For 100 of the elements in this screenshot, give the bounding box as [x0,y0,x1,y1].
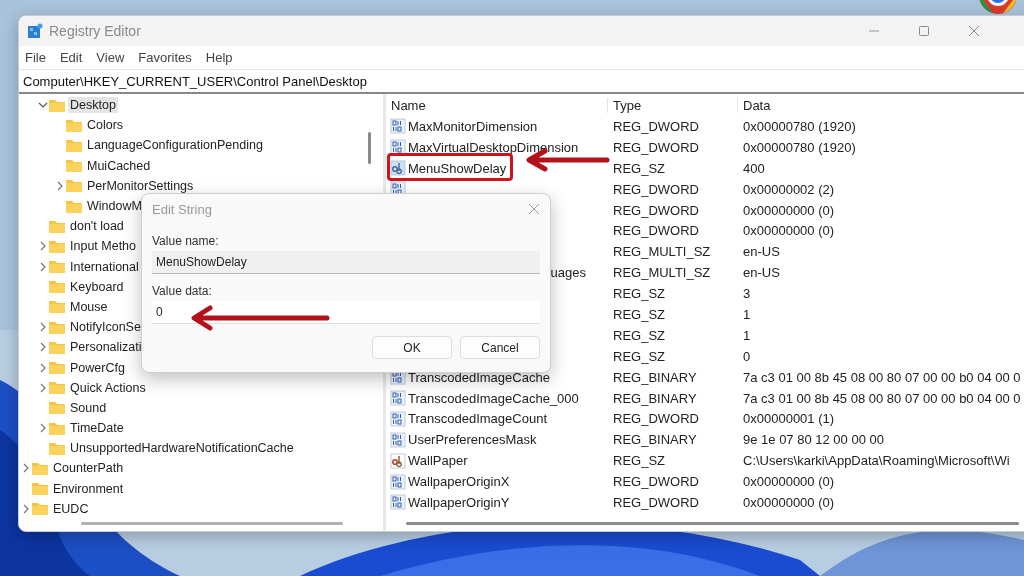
folder-icon [48,299,66,315]
chevron-right-icon[interactable] [21,503,31,514]
chevron-right-icon[interactable] [38,322,48,333]
binary-value-icon [390,494,406,511]
close-icon[interactable] [968,25,980,37]
folder-icon [48,238,66,254]
value-type: REG_BINARY [612,390,698,406]
chevron-right-icon[interactable] [21,463,31,474]
binary-value-icon [390,473,406,490]
tree-item[interactable]: CounterPath [51,460,126,477]
value-data: 0x00000000 (0) [742,494,835,510]
field-label: Value name: [152,234,220,248]
tree-item[interactable]: UnsupportedHardwareNotificationCache [68,440,296,457]
value-data-field[interactable]: 0 [152,301,540,324]
tree-item[interactable]: EUDC [51,500,91,517]
folder-icon [48,420,66,436]
value-type: REG_DWORD [612,118,700,134]
close-icon[interactable] [528,203,540,215]
chevron-right-icon[interactable] [38,241,48,252]
value-name: MenuShowDelay [408,160,507,176]
chevron-right-icon[interactable] [38,261,48,272]
folder-icon [65,137,83,153]
scrollbar-thumb[interactable] [406,522,1019,525]
chevron-right-icon[interactable] [55,180,65,191]
chevron-right-icon[interactable] [38,423,48,434]
value-data: 0x00000000 (0) [742,202,835,218]
column-header[interactable]: Type [608,97,738,113]
folder-icon [48,279,66,295]
value-type: REG_BINARY [612,432,698,448]
tree-item[interactable]: MuiCached [85,157,153,174]
maximize-icon[interactable] [918,25,930,37]
window-title: Registry Editor [49,23,141,39]
value-data: 0x00000002 (2) [742,181,835,197]
scrollbar-thumb[interactable] [81,522,343,525]
menu-item[interactable]: View [96,50,125,65]
chevron-right-icon[interactable] [38,382,48,393]
folder-icon [31,481,49,497]
value-name: WallpaperOriginY [408,494,510,510]
menu-item[interactable]: Help [205,50,233,65]
folder-icon [48,97,66,113]
value-name-field[interactable]: MenuShowDelay [152,251,540,274]
value-type: REG_SZ [612,348,666,364]
value-name: TranscodedImageCache [408,369,550,385]
value-type: REG_DWORD [612,139,700,155]
tree-item[interactable]: International [68,258,141,275]
value-data: 0x00000001 (1) [742,411,835,427]
tree-item[interactable]: Quick Actions [68,379,148,396]
value-type: REG_DWORD [612,223,700,239]
tree-item[interactable]: NotifyIconSe [68,319,143,336]
tree-item[interactable]: Keyboard [68,278,126,295]
address-bar[interactable]: Computer\HKEY_CURRENT_USER\Control Panel\Desktop [19,69,1024,94]
string-value-icon [390,160,406,177]
tree-item[interactable]: Colors [85,117,126,134]
column-header[interactable]: Data [738,97,1024,113]
tree-item[interactable]: Input Metho [68,238,138,255]
folder-icon [65,198,83,214]
column-header[interactable]: Name [386,97,608,113]
value-name: MaxMonitorDimension [408,118,538,134]
menu-item[interactable]: Edit [59,50,83,65]
folder-icon [48,380,66,396]
value-data: 400 [742,160,765,176]
binary-value-icon [390,118,406,135]
chevron-right-icon[interactable] [38,342,48,353]
tree-item[interactable]: LanguageConfigurationPending [85,137,265,154]
value-type: REG_SZ [612,286,666,302]
menu-item[interactable]: Favorites [138,50,192,65]
value-name: TranscodedImageCache_000 [408,390,579,406]
tree-item[interactable]: don't load [68,218,126,235]
tree-item[interactable]: Sound [68,399,109,416]
scrollbar-thumb[interactable] [368,132,371,164]
binary-value-icon [390,431,406,448]
value-type: REG_DWORD [612,411,700,427]
registry-app-icon [27,23,43,39]
folder-icon [31,460,49,476]
cancel-button[interactable]: Cancel [460,336,540,359]
value-type: REG_SZ [612,327,666,343]
value-name: MaxVirtualDesktopDimension [408,139,579,155]
chevron-right-icon[interactable] [38,362,48,373]
dialog-title: Edit String [152,201,212,217]
tree-item[interactable]: TimeDate [68,420,126,437]
value-data: 7a c3 01 00 8b 45 08 00 80 07 00 00 b0 04 00 0 [742,390,1021,406]
tree-item[interactable]: PowerCfg [68,359,127,376]
menu-item[interactable]: File [25,50,46,65]
folder-icon [65,178,83,194]
tree-item[interactable]: Mouse [68,298,110,315]
folder-icon [65,117,83,133]
folder-icon [48,360,66,376]
value-data: C:\Users\karki\AppData\Roaming\Microsoft\Wi [742,453,1010,469]
value-type: REG_DWORD [612,494,700,510]
tree-item[interactable]: Environment [51,480,126,497]
value-type: REG_SZ [612,306,666,322]
value-name: TranscodedImageCount [408,411,547,427]
tree-item[interactable]: PerMonitorSettings [85,177,196,194]
folder-icon [48,218,66,234]
ok-button[interactable]: OK [372,336,452,359]
value-data: en-US [742,244,780,260]
field-label: Value data: [152,284,213,298]
value-data: 0x00000780 (1920) [742,139,856,155]
value-data: 3 [742,286,751,302]
tree-item[interactable]: Desktop [68,97,118,114]
